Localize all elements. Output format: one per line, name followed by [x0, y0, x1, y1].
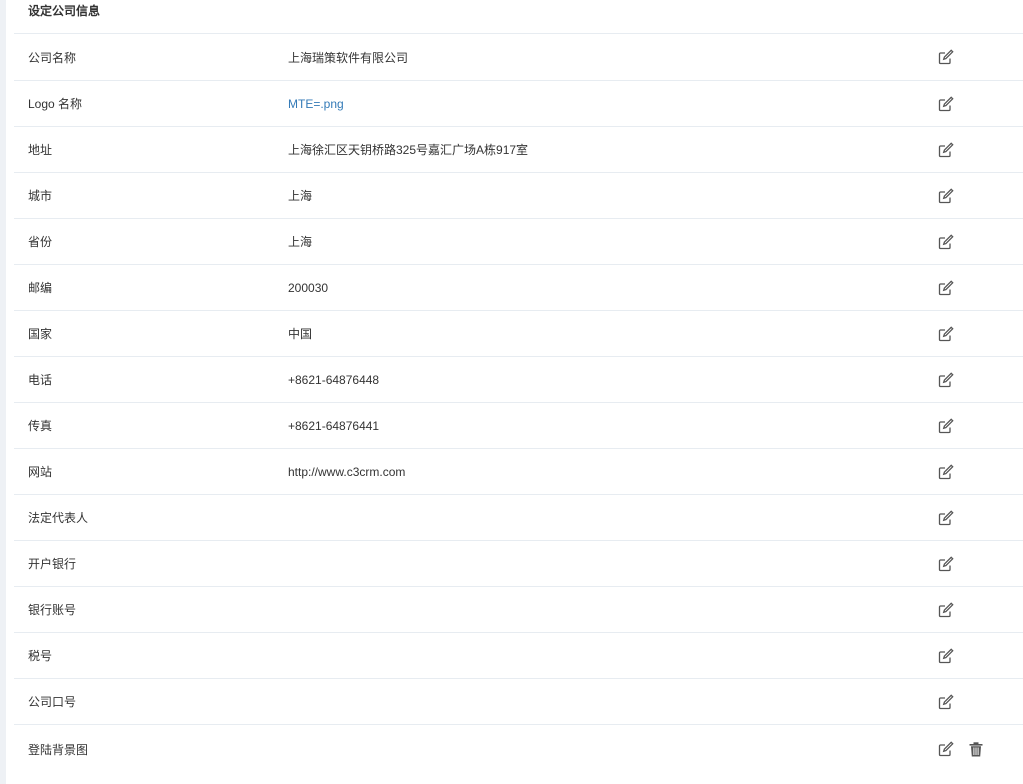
- info-row-fax: 传真 +8621-64876441: [14, 403, 1023, 449]
- edit-icon[interactable]: [938, 279, 954, 296]
- row-label: 公司名称: [28, 50, 77, 65]
- row-value: http://www.c3crm.com: [288, 464, 406, 479]
- edit-icon[interactable]: [938, 741, 954, 757]
- edit-icon[interactable]: [938, 49, 954, 65]
- row-label: 公司口号: [28, 695, 77, 709]
- info-row-company-name: 公司名称 上海瑞策软件有限公司: [14, 34, 1023, 81]
- row-value: 上海: [288, 189, 313, 203]
- row-label: 开户银行: [28, 557, 77, 571]
- row-label: 税号: [28, 649, 53, 663]
- row-label: Logo 名称: [28, 97, 83, 111]
- logo-file-link[interactable]: MTE=.png: [288, 81, 344, 126]
- edit-icon[interactable]: [938, 187, 954, 204]
- row-label: 网站: [28, 465, 53, 479]
- row-value: +8621-64876441: [288, 418, 380, 433]
- info-row-legal-rep: 法定代表人: [14, 495, 1023, 541]
- info-row-slogan: 公司口号: [14, 679, 1023, 725]
- edit-icon[interactable]: [938, 325, 954, 342]
- info-row-phone: 电话 +8621-64876448: [14, 357, 1023, 403]
- row-label: 银行账号: [28, 603, 77, 617]
- edit-icon[interactable]: [938, 141, 954, 158]
- info-row-country: 国家 中国: [14, 311, 1023, 357]
- row-label: 国家: [28, 327, 53, 341]
- row-value: 中国: [288, 327, 313, 341]
- company-info-panel: 设定公司信息 公司名称 上海瑞策软件有限公司 Logo 名称 MTE=.png …: [14, 0, 1023, 784]
- info-row-province: 省份 上海: [14, 219, 1023, 265]
- row-label: 法定代表人: [28, 511, 89, 525]
- row-value: 上海徐汇区天钥桥路325号嘉汇广场A栋917室: [288, 143, 529, 157]
- edit-icon[interactable]: [938, 647, 954, 664]
- info-row-tax-id: 税号: [14, 633, 1023, 679]
- row-value: 上海瑞策软件有限公司: [288, 50, 409, 65]
- page-left-gutter: [0, 0, 6, 784]
- info-row-bank: 开户银行: [14, 541, 1023, 587]
- edit-icon[interactable]: [938, 601, 954, 618]
- row-label: 登陆背景图: [28, 742, 89, 757]
- edit-icon[interactable]: [938, 509, 954, 526]
- info-row-address: 地址 上海徐汇区天钥桥路325号嘉汇广场A栋917室: [14, 127, 1023, 173]
- info-row-city: 城市 上海: [14, 173, 1023, 219]
- info-row-website: 网站 http://www.c3crm.com: [14, 449, 1023, 495]
- edit-icon[interactable]: [938, 417, 954, 434]
- info-row-logo-name: Logo 名称 MTE=.png: [14, 81, 1023, 127]
- panel-title: 设定公司信息: [14, 0, 1023, 34]
- edit-icon[interactable]: [938, 555, 954, 572]
- trash-icon[interactable]: [968, 741, 984, 757]
- edit-icon[interactable]: [938, 693, 954, 710]
- row-label: 省份: [28, 235, 53, 249]
- info-row-postcode: 邮编 200030: [14, 265, 1023, 311]
- edit-icon[interactable]: [938, 233, 954, 250]
- row-label: 地址: [28, 143, 53, 157]
- row-value: 上海: [288, 235, 313, 249]
- edit-icon[interactable]: [938, 463, 954, 480]
- row-label: 邮编: [28, 281, 53, 295]
- edit-icon[interactable]: [938, 371, 954, 388]
- info-row-login-background: 登陆背景图: [14, 725, 1023, 773]
- row-label: 城市: [28, 189, 53, 203]
- info-row-bank-account: 银行账号: [14, 587, 1023, 633]
- edit-icon[interactable]: [938, 95, 954, 112]
- row-label: 电话: [28, 373, 53, 387]
- row-value: +8621-64876448: [288, 372, 380, 387]
- row-value: 200030: [288, 280, 329, 295]
- row-label: 传真: [28, 419, 53, 433]
